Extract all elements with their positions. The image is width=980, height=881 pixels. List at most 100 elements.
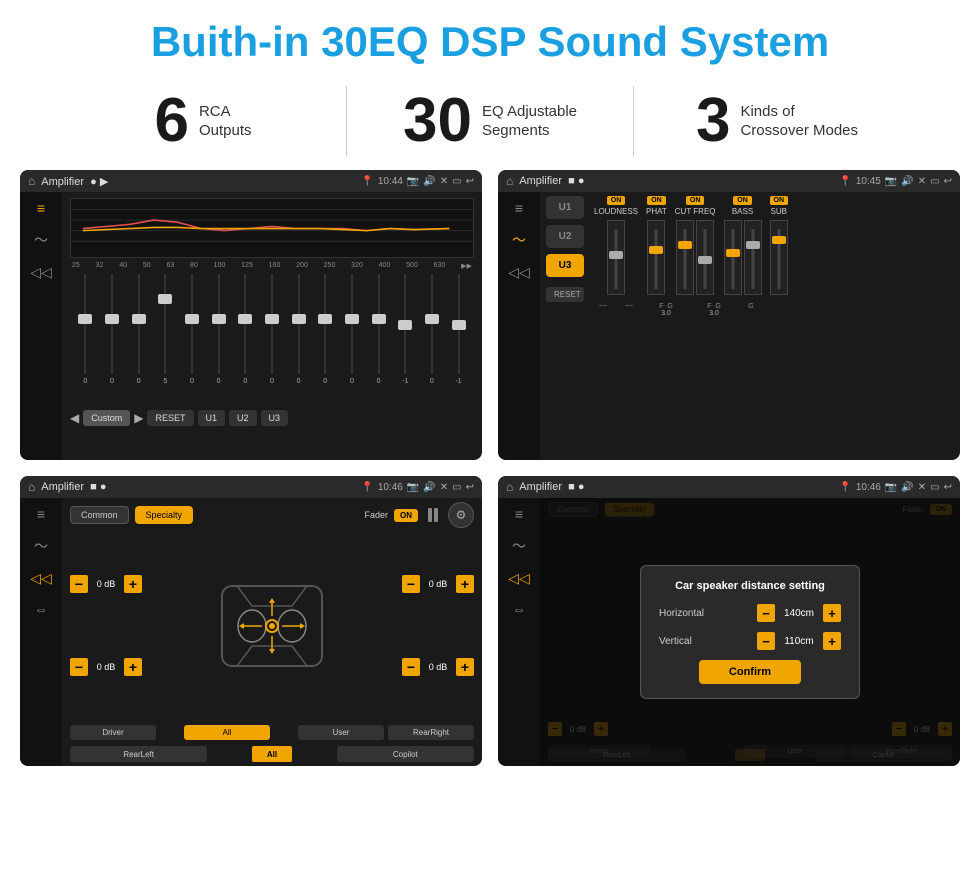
sub-on-badge[interactable]: ON [770, 196, 789, 205]
eq-slider-2[interactable]: 0 [104, 274, 120, 404]
eq-slider-10[interactable]: 0 [317, 274, 333, 404]
dialog-back[interactable]: ↩ [944, 482, 952, 493]
fader-back[interactable]: ↩ [466, 482, 474, 493]
bass-sliderG[interactable] [744, 220, 762, 295]
crossover-u-buttons: U1 U2 U3 RESET [546, 196, 584, 456]
next-icon[interactable]: ▶ [134, 411, 143, 425]
vertical-plus-button[interactable]: + [823, 632, 841, 650]
phat-slider[interactable] [647, 220, 665, 295]
reset-button[interactable]: RESET [147, 410, 193, 426]
eq-slider-8[interactable]: 0 [264, 274, 280, 404]
eq-slider-9[interactable]: 0 [291, 274, 307, 404]
crossover-channels-area: ON LOUDNESS ON PHAT [590, 196, 954, 456]
eq-slider-6[interactable]: 0 [211, 274, 227, 404]
fader-sidebar-eq[interactable]: ≡ [37, 506, 45, 522]
crossover-camera: 📷 [885, 176, 897, 187]
horizontal-plus-button[interactable]: + [823, 604, 841, 622]
loudness-on-badge[interactable]: ON [607, 196, 626, 205]
u1-button[interactable]: U1 [198, 410, 226, 426]
crossover-sidebar-eq[interactable]: ≡ [515, 200, 523, 216]
loudness-slider[interactable] [607, 220, 625, 295]
bass-sliderF[interactable] [724, 220, 742, 295]
eq-slider-11[interactable]: 0 [344, 274, 360, 404]
rl-minus-button[interactable]: − [70, 658, 88, 676]
crossover-home-icon[interactable]: ⌂ [506, 174, 513, 188]
crossover-sidebar-speaker[interactable]: ◁◁ [508, 264, 530, 281]
u2-select-button[interactable]: U2 [546, 225, 584, 248]
rl-plus-button[interactable]: + [124, 658, 142, 676]
eq-slider-4[interactable]: 5 [157, 274, 173, 404]
eq-sidebar-speaker[interactable]: ◁◁ [30, 264, 52, 281]
specialty-tab[interactable]: Specialty [135, 506, 194, 524]
settings-icon[interactable]: ⚙ [448, 502, 474, 528]
rr-volume-control: − 0 dB + [402, 658, 474, 676]
horizontal-value: 140cm [779, 608, 819, 619]
fr-plus-button[interactable]: + [456, 575, 474, 593]
all-button[interactable]: All [184, 725, 270, 740]
rr-minus-button[interactable]: − [402, 658, 420, 676]
fader-sidebar-arrows[interactable]: ⇔ [34, 601, 48, 617]
crossover-reset-button[interactable]: RESET [546, 287, 584, 302]
horizontal-minus-button[interactable]: − [757, 604, 775, 622]
eq-slider-1[interactable]: 0 [77, 274, 93, 404]
cutfreq-sliderF[interactable] [676, 220, 694, 295]
eq-slider-13[interactable]: -1 [397, 274, 413, 404]
crossover-sidebar-cross[interactable]: 〜 [512, 230, 526, 250]
fader-status-bar: ⌂ Amplifier ■ ● 📍 10:46 📷 🔊 ✕ ▭ ↩ [20, 476, 482, 498]
eq-freq-labels: 2532405063 80100125160200 25032040050063… [70, 262, 474, 270]
dialog-sidebar-cross[interactable]: 〜 [512, 536, 526, 556]
eq-slider-15[interactable]: -1 [451, 274, 467, 404]
common-tab[interactable]: Common [70, 506, 129, 524]
confirm-button[interactable]: Confirm [699, 660, 801, 684]
screens-grid: ⌂ Amplifier ● ▶ 📍 10:44 📷 🔊 ✕ ▭ ↩ ≡ 〜 ◁◁ [0, 170, 980, 776]
eq-slider-5[interactable]: 0 [184, 274, 200, 404]
bass-channel: ON BASS [724, 196, 762, 295]
rr-plus-button[interactable]: + [456, 658, 474, 676]
rearright-button[interactable]: RearRight [388, 725, 474, 740]
fader-home-icon[interactable]: ⌂ [28, 480, 35, 494]
crossover-back[interactable]: ↩ [944, 176, 952, 187]
eq-slider-12[interactable]: 0 [371, 274, 387, 404]
rearleft-button[interactable]: RearLeft [70, 746, 207, 762]
vertical-minus-button[interactable]: − [757, 632, 775, 650]
stat-crossover: 3 Kinds ofCrossover Modes [634, 90, 920, 152]
eq-slider-14[interactable]: 0 [424, 274, 440, 404]
cutfreq-on-badge[interactable]: ON [686, 196, 705, 205]
fader-sidebar-cross[interactable]: 〜 [34, 536, 48, 556]
u3-select-button[interactable]: U3 [546, 254, 584, 277]
u3-button[interactable]: U3 [261, 410, 289, 426]
eq-sidebar-equalizer[interactable]: ≡ [37, 200, 45, 216]
u1-select-button[interactable]: U1 [546, 196, 584, 219]
car-diagram-svg [202, 571, 342, 681]
pin-icon: 📍 [361, 176, 373, 187]
home-icon[interactable]: ⌂ [28, 174, 35, 188]
eq-slider-3[interactable]: 0 [131, 274, 147, 404]
fr-minus-button[interactable]: − [402, 575, 420, 593]
bass-on-badge[interactable]: ON [733, 196, 752, 205]
phat-on-badge[interactable]: ON [647, 196, 666, 205]
dialog-sidebar-arrows[interactable]: ⇔ [512, 601, 526, 617]
custom-preset-button[interactable]: Custom [83, 410, 130, 426]
sub-slider[interactable] [770, 220, 788, 295]
cutfreq-sliderG[interactable] [696, 220, 714, 295]
volume-icon: 🔊 [423, 176, 435, 187]
eq-sidebar-wave[interactable]: 〜 [34, 230, 48, 250]
horizontal-row: Horizontal − 140cm + [659, 604, 841, 622]
eq-slider-7[interactable]: 0 [237, 274, 253, 404]
fl-plus-button[interactable]: + [124, 575, 142, 593]
fader-sidebar-speaker[interactable]: ◁◁ [30, 570, 52, 587]
fl-minus-button[interactable]: − [70, 575, 88, 593]
u2-button[interactable]: U2 [229, 410, 257, 426]
user-button[interactable]: User [298, 725, 384, 740]
dialog-home-icon[interactable]: ⌂ [506, 480, 513, 494]
eq-screen: ⌂ Amplifier ● ▶ 📍 10:44 📷 🔊 ✕ ▭ ↩ ≡ 〜 ◁◁ [20, 170, 482, 460]
driver-button[interactable]: Driver [70, 725, 156, 740]
dialog-sidebar-eq[interactable]: ≡ [515, 506, 523, 522]
eq-main-content: 2532405063 80100125160200 25032040050063… [62, 192, 482, 460]
fader-on-toggle[interactable]: ON [394, 509, 418, 522]
dialog-sidebar-speaker[interactable]: ◁◁ [508, 570, 530, 587]
copilot-button[interactable]: Copilot [337, 746, 474, 762]
back-icon[interactable]: ↩ [466, 176, 474, 187]
stat-rca-label: RCAOutputs [199, 102, 252, 141]
prev-icon[interactable]: ◀ [70, 411, 79, 425]
